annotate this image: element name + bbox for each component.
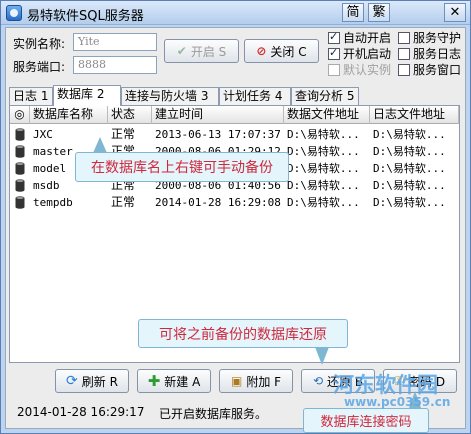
log-file-cell: D:\易特软... — [373, 196, 446, 209]
checkbox-box — [398, 47, 410, 60]
data-file-cell: D:\易特软... — [287, 162, 360, 175]
created-cell: 2013-06-13 17:07:37 — [155, 128, 281, 141]
database-icon — [15, 128, 25, 141]
window-title: 易特软件SQL服务器 — [27, 9, 144, 24]
stop-icon: ⊘ — [256, 44, 267, 58]
header-icon-col[interactable]: ◎ — [10, 106, 30, 124]
log-file-cell: D:\易特软... — [373, 179, 446, 192]
start-service-button[interactable]: ✔ 开启 S — [164, 39, 239, 63]
header-created[interactable]: 建立时间 — [152, 106, 284, 124]
header-status[interactable]: 状态 — [108, 106, 152, 124]
checkbox-label: 服务日志 — [413, 47, 462, 61]
checkbox-box — [328, 30, 340, 44]
checkbox-box — [328, 63, 340, 76]
data-file-cell: D:\易特软... — [287, 179, 360, 192]
table-row[interactable]: tempdb 正常 2014-01-28 16:29:08 D:\易特软... D:\易… — [10, 194, 459, 211]
checkbox-label: 开机启动 — [343, 47, 392, 61]
start-button-label: 开启 S — [190, 44, 227, 59]
status-time: 2014-01-28 16:29:17 — [17, 405, 145, 419]
stop-button-label: 关闭 C — [270, 44, 307, 59]
database-icon — [15, 145, 25, 158]
tab-database[interactable]: 数据库 2 — [53, 85, 121, 106]
checkbox-box — [328, 46, 340, 60]
watermark-url: www.pc0359.cn — [344, 395, 451, 409]
service-log-checkbox[interactable]: 服务日志 — [398, 45, 461, 62]
backup-hint-callout: 在数据库名上右键可手动备份 — [75, 152, 289, 182]
checkbox-label: 自动开启 — [343, 31, 392, 45]
default-instance-checkbox[interactable]: 默认实例 — [328, 61, 391, 78]
simplified-chinese-button[interactable]: 简 — [342, 3, 364, 22]
service-port-input[interactable]: 8888 — [73, 56, 157, 74]
table-row[interactable]: JXC 正常 2013-06-13 17:07:37 D:\易特软... D:\易特软.… — [10, 126, 459, 143]
data-file-cell: D:\易特软... — [287, 196, 360, 209]
database-icon — [15, 196, 25, 209]
close-window-button[interactable]: ✕ — [444, 3, 466, 22]
restore-hint-callout: 可将之前备份的数据库还原 — [138, 319, 348, 348]
callout-pointer — [93, 137, 107, 153]
data-file-cell: D:\易特软... — [287, 145, 360, 158]
status-message: 已开启数据库服务。 — [159, 407, 268, 421]
tab-query-analysis[interactable]: 查询分析 5 — [291, 87, 359, 105]
checkbox-box — [398, 31, 410, 44]
boot-start-checkbox[interactable]: 开机启动 — [328, 45, 391, 62]
service-guard-checkbox[interactable]: 服务守护 — [398, 29, 461, 46]
auto-start-checkbox[interactable]: 自动开启 — [328, 29, 391, 46]
tab-connection-firewall[interactable]: 连接与防火墙 3 — [121, 87, 219, 105]
title-bar[interactable]: 易特软件SQL服务器 简 繁 ✕ — [1, 1, 470, 25]
checkbox-box — [398, 63, 410, 76]
status-cell: 正常 — [111, 195, 136, 209]
header-log-file[interactable]: 日志文件地址 — [370, 106, 459, 124]
service-window-checkbox[interactable]: 服务窗口 — [398, 61, 461, 78]
checkbox-label: 服务窗口 — [413, 63, 462, 77]
created-cell: 2014-01-28 16:29:08 — [155, 196, 281, 209]
db-name-cell: tempdb — [33, 196, 73, 209]
header-data-file[interactable]: 数据文件地址 — [284, 106, 370, 124]
log-file-cell: D:\易特软... — [373, 128, 446, 141]
checkbox-label: 默认实例 — [343, 63, 392, 77]
traditional-chinese-button[interactable]: 繁 — [368, 3, 390, 22]
password-hint-callout: 数据库连接密码 — [303, 408, 429, 433]
checkbox-label: 服务守护 — [413, 31, 462, 45]
app-window: 易特软件SQL服务器 简 繁 ✕ 实例名称: Yite 服务端口: 8888 ✔… — [0, 0, 471, 434]
database-icon — [15, 179, 25, 192]
app-logo-icon — [6, 5, 22, 21]
data-file-cell: D:\易特软... — [287, 128, 360, 141]
service-port-label: 服务端口: — [13, 60, 66, 74]
status-cell: 正常 — [111, 127, 136, 141]
instance-name-input[interactable]: Yite — [73, 33, 157, 51]
log-file-cell: D:\易特软... — [373, 162, 446, 175]
grid-header: ◎ 数据库名称 状态 建立时间 数据文件地址 日志文件地址 — [10, 106, 459, 124]
stop-service-button[interactable]: ⊘ 关闭 C — [244, 39, 319, 63]
check-icon: ✔ — [176, 44, 187, 58]
log-file-cell: D:\易特软... — [373, 145, 446, 158]
tab-log[interactable]: 日志 1 — [9, 87, 53, 105]
tab-scheduled-tasks[interactable]: 计划任务 4 — [219, 87, 291, 105]
instance-name-label: 实例名称: — [13, 37, 66, 51]
header-db-name[interactable]: 数据库名称 — [30, 106, 108, 124]
callout-pointer — [315, 347, 329, 365]
database-icon — [15, 162, 25, 175]
